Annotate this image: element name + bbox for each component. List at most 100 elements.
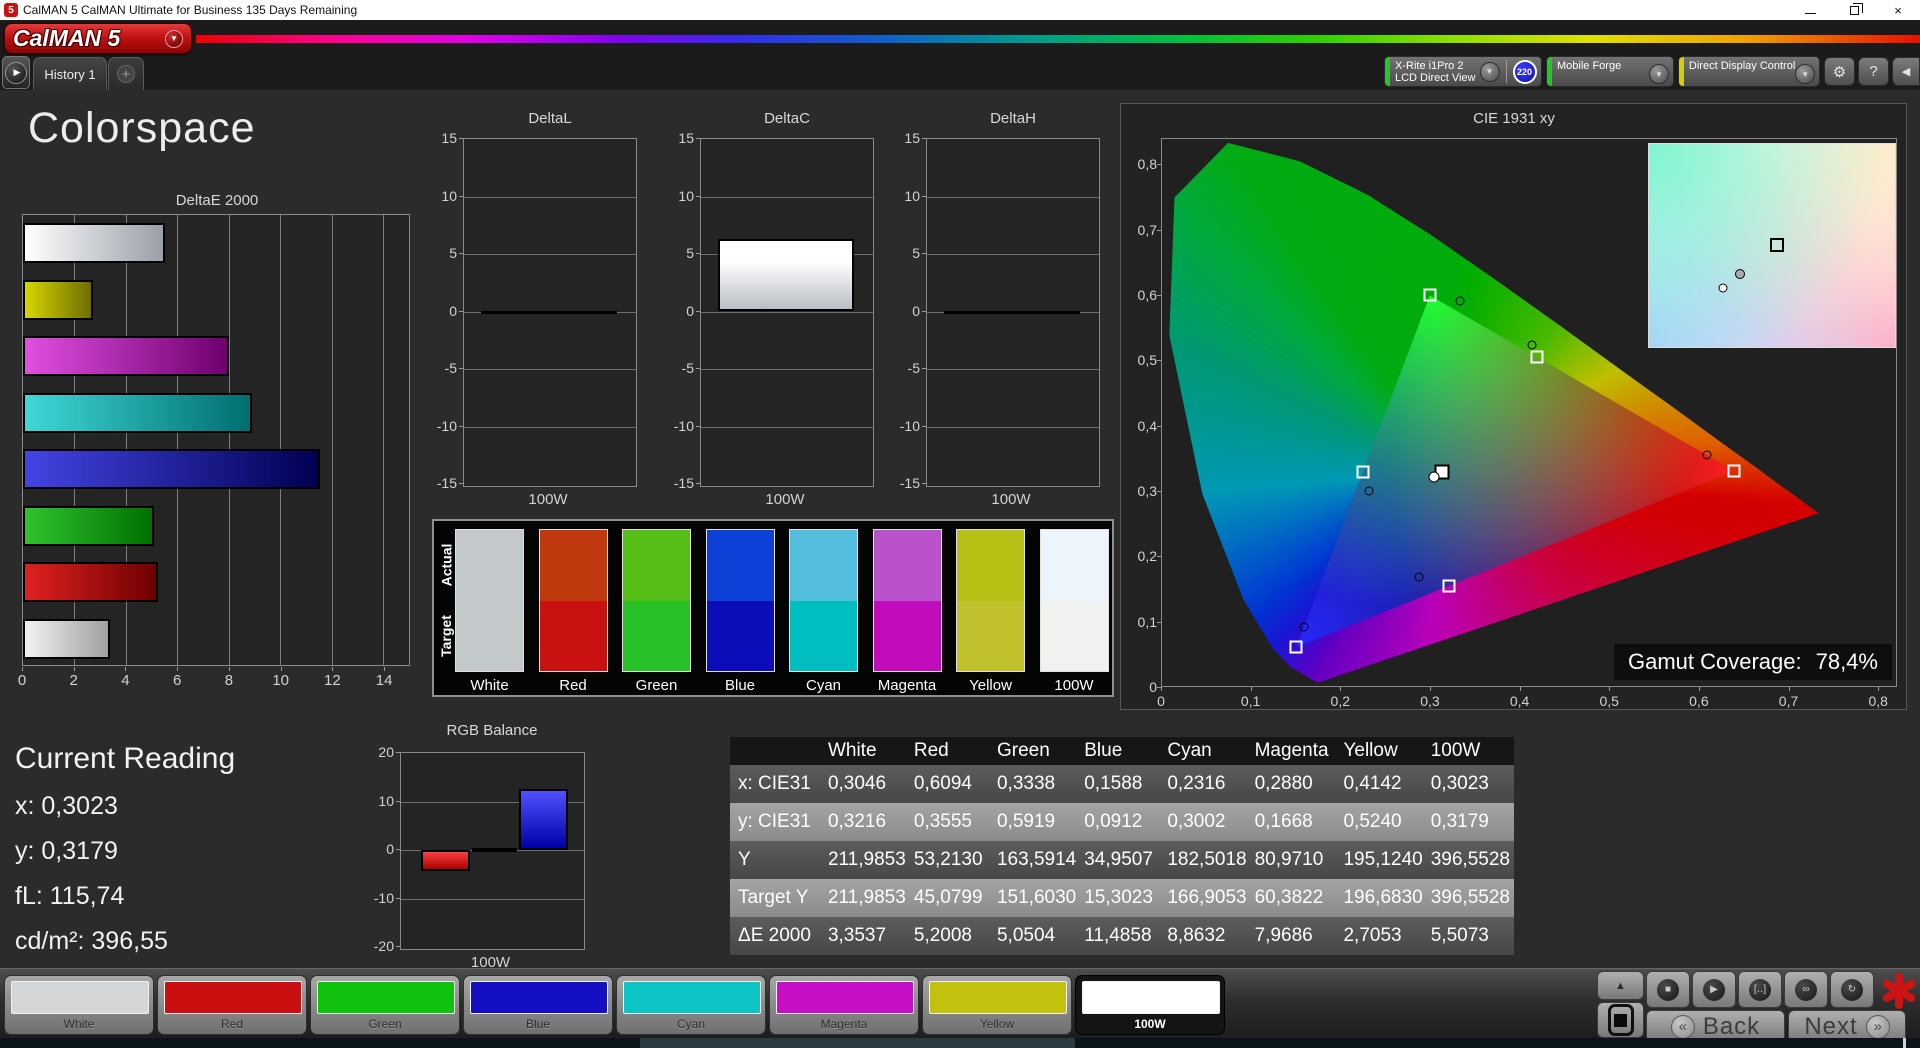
gridline: [177, 215, 179, 665]
table-cell: 195,1240: [1339, 841, 1427, 879]
deltae-bar-cyan: [23, 392, 253, 433]
x-axis-label: 100W: [991, 491, 1031, 508]
tick: [1878, 687, 1880, 691]
y-tick-label: 0: [449, 302, 457, 319]
swatch-target: [873, 600, 941, 671]
measured-marker-red: [1702, 450, 1712, 459]
red-asterisk-icon[interactable]: [1878, 966, 1920, 1014]
app-icon: 5: [4, 3, 18, 17]
tick: [177, 667, 179, 671]
meter-label: X-Rite i1Pro 2 LCD Direct View: [1395, 59, 1476, 84]
gridline: [331, 215, 333, 665]
source-selector[interactable]: Mobile Forge ▼: [1546, 56, 1674, 87]
table-cell: 15,3023: [1080, 879, 1164, 917]
gridline: [464, 196, 636, 198]
cie-x-tick-label: 0,1: [1240, 693, 1261, 709]
target-marker-blue: [1289, 640, 1303, 654]
pattern-button-100w[interactable]: 100W: [1075, 975, 1225, 1035]
tab-history-1[interactable]: History 1: [33, 57, 107, 90]
play-button[interactable]: ▶: [1692, 971, 1736, 1008]
table-cell: 0,6094: [909, 765, 993, 803]
x-tick-label: 10: [272, 672, 289, 689]
tick: [922, 195, 926, 197]
read-series-button[interactable]: [‥]: [1738, 971, 1782, 1008]
tick: [696, 310, 700, 312]
tick: [459, 425, 463, 427]
table-cell: 0,4142: [1339, 765, 1427, 803]
swatch-actual: [623, 530, 690, 601]
calman-window: 5 CalMAN 5 CalMAN Ultimate for Business …: [0, 0, 1920, 1048]
y-tick-label: 5: [912, 245, 920, 261]
table-cell: 0,1588: [1080, 765, 1164, 803]
y-tick-label: -15: [436, 475, 457, 491]
meter-count-badge[interactable]: 220: [1512, 59, 1537, 84]
x-tick-label: 2: [69, 672, 78, 689]
deltal-chart-title: DeltaL: [528, 110, 572, 127]
table-row: Target Y 211,9853 45,0799 151,6030 15,3023 16…: [730, 879, 1514, 917]
display-control-dropdown-icon[interactable]: ▼: [1795, 64, 1815, 84]
row-label: y: CIE31: [730, 803, 824, 841]
collapse-panel-button[interactable]: ◀: [1892, 57, 1920, 86]
continuous-read-button[interactable]: ∞: [1784, 971, 1828, 1008]
pattern-button-cyan[interactable]: Cyan: [616, 975, 766, 1035]
swatch-actual: [539, 530, 607, 601]
y-tick-label: 20: [378, 744, 394, 760]
pattern-button-white[interactable]: White: [4, 975, 154, 1035]
source-dropdown-icon[interactable]: ▼: [1649, 64, 1669, 84]
pattern-button-green[interactable]: Green: [310, 975, 460, 1035]
cie-y-tick-label: 0,3: [1137, 482, 1157, 499]
pattern-button-magenta[interactable]: Magenta: [769, 975, 919, 1035]
tick: [922, 425, 926, 427]
table-cell: 396,5528: [1426, 879, 1514, 917]
tick: [922, 368, 926, 369]
tick: [1429, 687, 1431, 691]
measured-marker-magenta: [1414, 572, 1424, 582]
tick: [1609, 687, 1611, 691]
restore-button[interactable]: [1832, 0, 1876, 20]
gridline: [701, 426, 873, 428]
display-control-selector[interactable]: Direct Display Control ▼: [1678, 56, 1820, 87]
pattern-window-up-button[interactable]: ▲: [1597, 971, 1644, 1000]
row-label: ΔE 2000: [730, 917, 824, 955]
pattern-window-button[interactable]: [1597, 1002, 1644, 1038]
row-label: x: CIE31: [730, 765, 824, 803]
pattern-button-blue[interactable]: Blue: [463, 975, 613, 1035]
rgb-balance-title: RGB Balance: [446, 722, 538, 739]
minimize-button[interactable]: [1788, 0, 1832, 20]
tick: [1519, 687, 1521, 691]
table-row: Y 211,9853 53,2130 163,5914 34,9507 182,5018 8…: [730, 841, 1514, 879]
help-button[interactable]: ?: [1858, 57, 1889, 86]
add-tab-button[interactable]: +: [108, 57, 144, 90]
tick: [459, 368, 463, 369]
tick: [228, 667, 230, 671]
calman-logo-menu[interactable]: CalMAN 5 ▼: [4, 23, 192, 54]
measured-marker-white: [1428, 471, 1440, 483]
column-header: Blue: [1080, 737, 1164, 765]
refresh-button[interactable]: ↻: [1830, 971, 1874, 1008]
row-label: Y: [730, 841, 824, 879]
meter-status-bar: [1385, 57, 1390, 86]
table-cell: 166,9053: [1163, 879, 1251, 917]
gridline: [228, 215, 230, 665]
swatch-actual: [790, 530, 857, 601]
table-cell: 60,3822: [1250, 879, 1340, 917]
actual-row-label: Actual: [438, 543, 455, 586]
measured-marker-yellow: [1527, 340, 1537, 350]
y-tick-label: -10: [436, 417, 457, 434]
meter-dropdown-icon[interactable]: ▼: [1479, 61, 1500, 82]
sidebar-toggle-button[interactable]: ▶: [2, 56, 30, 89]
meter-selector[interactable]: X-Rite i1Pro 2 LCD Direct View ▼ 220: [1384, 56, 1542, 87]
pattern-button-yellow[interactable]: Yellow: [922, 975, 1072, 1035]
table-cell: 182,5018: [1163, 841, 1251, 879]
table-cell: 0,2880: [1250, 765, 1340, 803]
swatch-red: [538, 529, 608, 672]
deltae-bar-white: [23, 618, 110, 659]
stop-button[interactable]: ■: [1646, 971, 1690, 1008]
settings-button[interactable]: ⚙: [1824, 57, 1855, 86]
close-button[interactable]: ×: [1876, 0, 1920, 20]
swatch-label: Magenta: [877, 677, 937, 694]
table-cell: 7,9686: [1250, 917, 1340, 955]
y-tick-label: -5: [681, 360, 694, 376]
tick: [1788, 687, 1790, 691]
pattern-button-red[interactable]: Red: [157, 975, 307, 1035]
